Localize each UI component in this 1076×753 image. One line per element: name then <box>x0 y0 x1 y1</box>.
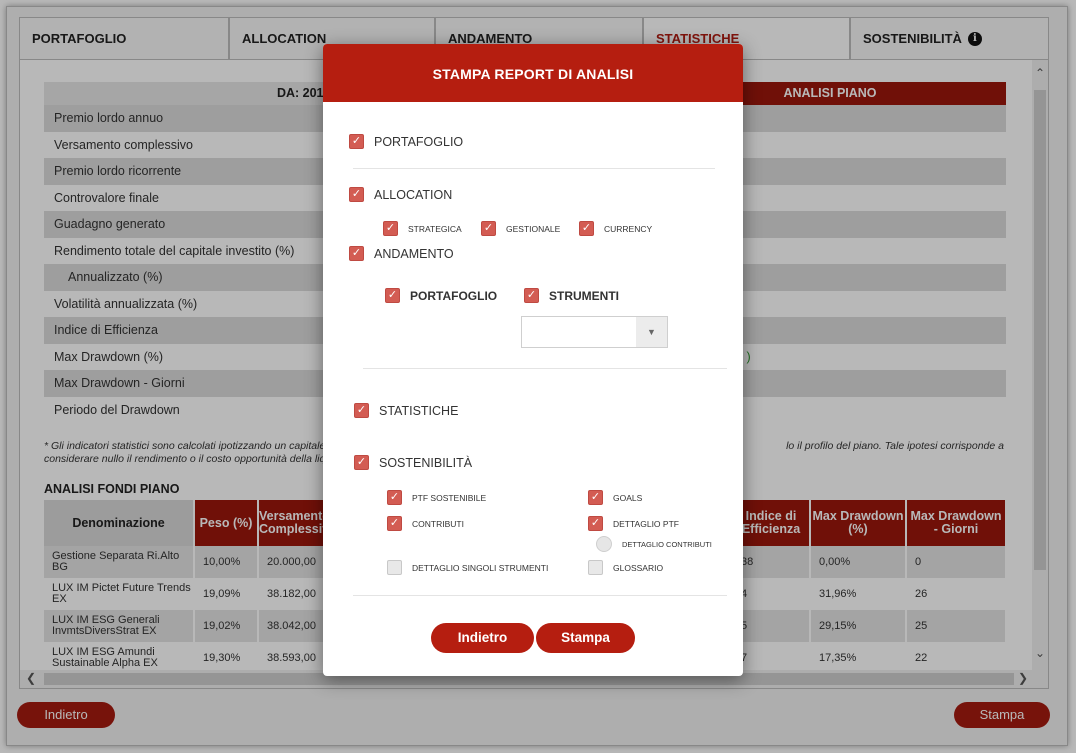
checkbox-andamento[interactable]: ✓ ANDAMENTO <box>349 246 454 261</box>
divider <box>363 368 727 369</box>
checkbox-label: ALLOCATION <box>374 187 453 202</box>
checkbox-label: GLOSSARIO <box>613 562 664 573</box>
checkbox-allocation[interactable]: ✓ ALLOCATION <box>349 187 452 202</box>
checkbox-label: GOALS <box>613 492 643 503</box>
checkmark-icon: ✓ <box>387 490 402 505</box>
checkmark-icon: ✓ <box>385 288 400 303</box>
checkbox-label: GESTIONALE <box>506 223 561 234</box>
dropdown-arrow-icon[interactable]: ▼ <box>636 317 667 347</box>
checkbox-dettaglio-singoli[interactable]: DETTAGLIO SINGOLI STRUMENTI <box>387 560 548 575</box>
checkbox-label: DETTAGLIO PTF <box>613 518 679 529</box>
checkbox-label: PTF SOSTENIBILE <box>412 492 487 503</box>
checkmark-icon: ✓ <box>387 516 402 531</box>
divider <box>353 595 727 596</box>
radio-button[interactable] <box>596 536 612 552</box>
checkbox-andamento-portafoglio[interactable]: ✓ PORTAFOGLIO <box>385 288 497 303</box>
checkmark-icon: ✓ <box>354 403 369 418</box>
checkmark-icon: ✓ <box>524 288 539 303</box>
checkbox-ptf-sostenibile[interactable]: ✓ PTF SOSTENIBILE <box>387 490 486 505</box>
dialog-back-button[interactable]: Indietro <box>431 623 534 653</box>
checkbox-empty-icon <box>588 560 603 575</box>
checkmark-icon: ✓ <box>588 490 603 505</box>
checkmark-icon: ✓ <box>588 516 603 531</box>
checkmark-icon: ✓ <box>349 187 364 202</box>
divider <box>353 168 715 169</box>
checkmark-icon: ✓ <box>349 134 364 149</box>
dialog-print-button[interactable]: Stampa <box>536 623 635 653</box>
checkbox-contributi[interactable]: ✓ CONTRIBUTI <box>387 516 464 531</box>
checkbox-currency[interactable]: ✓ CURRENCY <box>579 221 652 236</box>
checkbox-glossario[interactable]: GLOSSARIO <box>588 560 663 575</box>
checkbox-statistiche[interactable]: ✓ STATISTICHE <box>354 403 458 418</box>
print-report-dialog: STAMPA REPORT DI ANALISI ✓ PORTAFOGLIO ✓… <box>323 44 743 676</box>
radio-dettaglio-contributi[interactable]: DETTAGLIO CONTRIBUTI <box>596 536 712 552</box>
checkbox-dettaglio-ptf[interactable]: ✓ DETTAGLIO PTF <box>588 516 679 531</box>
radio-label: DETTAGLIO CONTRIBUTI <box>622 539 712 549</box>
checkbox-andamento-strumenti[interactable]: ✓ STRUMENTI <box>524 288 619 303</box>
checkbox-gestionale[interactable]: ✓ GESTIONALE <box>481 221 560 236</box>
checkmark-icon: ✓ <box>349 246 364 261</box>
checkbox-portafoglio[interactable]: ✓ PORTAFOGLIO <box>349 134 463 149</box>
checkbox-label: SOSTENIBILITÀ <box>379 455 473 470</box>
checkbox-label: PORTAFOGLIO <box>374 134 464 149</box>
checkbox-label: CURRENCY <box>604 223 653 234</box>
checkbox-label: DETTAGLIO SINGOLI STRUMENTI <box>412 562 549 573</box>
checkmark-icon: ✓ <box>579 221 594 236</box>
checkbox-label: STRUMENTI <box>549 288 619 303</box>
checkmark-icon: ✓ <box>481 221 496 236</box>
checkbox-label: PORTAFOGLIO <box>410 288 498 303</box>
checkbox-sostenibilita[interactable]: ✓ SOSTENIBILITÀ <box>354 455 472 470</box>
checkmark-icon: ✓ <box>383 221 398 236</box>
checkbox-label: STATISTICHE <box>379 403 459 418</box>
checkbox-label: STRATEGICA <box>408 223 462 234</box>
checkbox-strategica[interactable]: ✓ STRATEGICA <box>383 221 462 236</box>
checkbox-goals[interactable]: ✓ GOALS <box>588 490 642 505</box>
strumenti-select[interactable]: ▼ <box>521 316 668 348</box>
dialog-title: STAMPA REPORT DI ANALISI <box>323 44 743 102</box>
checkmark-icon: ✓ <box>354 455 369 470</box>
checkbox-label: CONTRIBUTI <box>412 518 464 529</box>
checkbox-empty-icon <box>387 560 402 575</box>
checkbox-label: ANDAMENTO <box>374 246 454 261</box>
